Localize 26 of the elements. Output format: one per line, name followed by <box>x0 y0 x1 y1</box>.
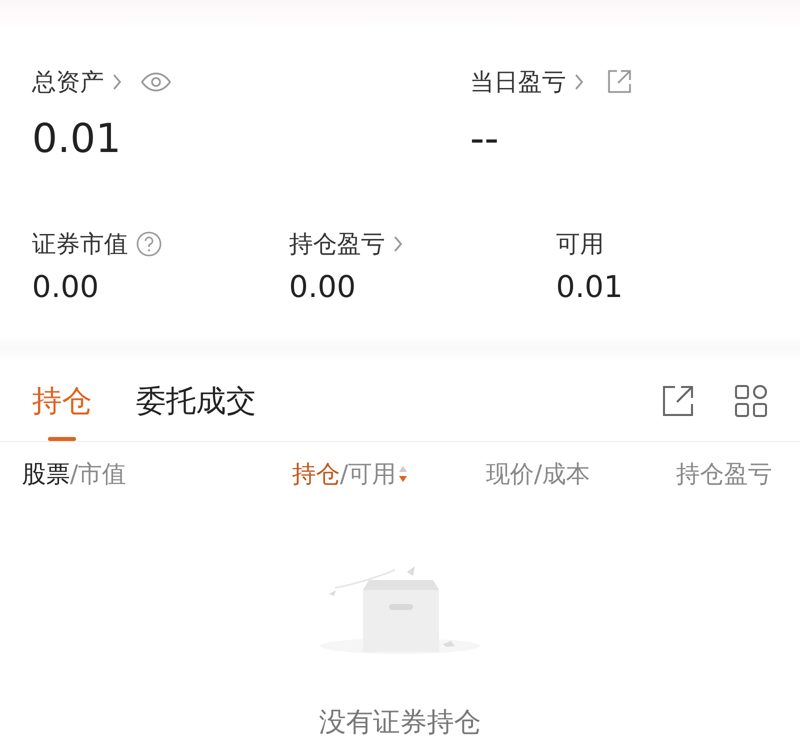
metric-label: 总资产 <box>32 67 104 98</box>
metric-label: 可用 <box>556 229 604 260</box>
tab[interactable]: 持仓 <box>32 361 92 441</box>
empty-message: 没有证券持仓 <box>319 706 481 740</box>
chevron-right-icon <box>393 235 403 253</box>
metric-value: 0.01 <box>32 116 122 164</box>
share-icon[interactable] <box>606 69 632 95</box>
sort-icon[interactable] <box>398 464 408 484</box>
metric-value: -- <box>470 116 500 164</box>
eye-icon[interactable] <box>140 72 172 92</box>
column-header[interactable]: 持仓/可用 <box>292 458 486 490</box>
metric-value: 0.00 <box>289 270 357 305</box>
column-header[interactable]: 持仓盈亏 <box>676 458 800 490</box>
metric-label: 证券市值 <box>32 229 128 260</box>
metric-value: 0.01 <box>556 270 624 305</box>
tab[interactable]: 委托成交 <box>136 361 256 441</box>
column-header[interactable]: 现价/成本 <box>486 458 676 490</box>
chevron-right-icon <box>112 73 122 91</box>
column-header[interactable]: 股票/市值 <box>22 458 292 490</box>
metric-label: 持仓盈亏 <box>289 229 385 260</box>
grid-icon[interactable] <box>734 384 768 418</box>
help-icon[interactable] <box>136 231 162 257</box>
chevron-right-icon <box>574 73 584 91</box>
share-icon[interactable] <box>662 385 694 417</box>
metric-value: 0.00 <box>32 270 100 305</box>
metric-label: 当日盈亏 <box>470 67 566 98</box>
